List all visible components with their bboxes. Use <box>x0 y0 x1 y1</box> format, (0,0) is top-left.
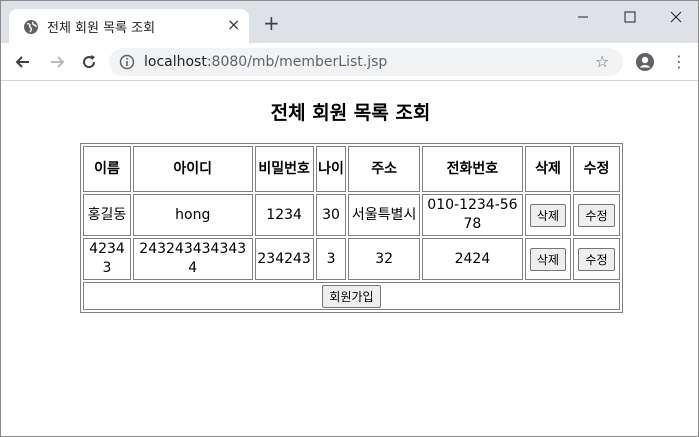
edit-button[interactable]: 수정 <box>578 247 615 271</box>
cell-id: hong <box>133 194 253 236</box>
header-address: 주소 <box>348 146 420 192</box>
url-path: :8080/mb/memberList.jsp <box>206 54 388 70</box>
minimize-icon[interactable] <box>573 7 593 27</box>
menu-dots-icon[interactable]: ⋮ <box>671 52 687 72</box>
delete-button[interactable]: 삭제 <box>529 203 567 227</box>
edit-button[interactable]: 수정 <box>578 203 615 227</box>
cell-phone: 2424 <box>421 238 523 280</box>
browser-toolbar: localhost:8080/mb/memberList.jsp ☆ ⋮ <box>1 43 698 81</box>
address-bar[interactable]: localhost:8080/mb/memberList.jsp ☆ <box>109 48 623 76</box>
url-text[interactable]: localhost:8080/mb/memberList.jsp <box>144 54 387 70</box>
footer-cell: 회원가입 <box>83 282 620 310</box>
reload-icon[interactable] <box>79 52 99 72</box>
header-edit: 수정 <box>572 146 620 192</box>
header-delete: 삭제 <box>525 146 571 192</box>
close-window-icon[interactable] <box>666 7 686 27</box>
cell-id: 2432434343434 <box>133 238 253 280</box>
back-arrow-icon[interactable] <box>13 52 33 72</box>
table-footer-row: 회원가입 <box>83 282 620 310</box>
url-host: localhost <box>144 54 207 70</box>
globe-icon <box>24 20 38 34</box>
maximize-icon[interactable] <box>620 7 640 27</box>
cell-name: 42343 <box>83 238 131 280</box>
cell-password: 234243 <box>254 238 314 280</box>
cell-name: 홍길동 <box>83 194 131 236</box>
tab-close-icon[interactable]: × <box>227 16 240 34</box>
browser-tab[interactable]: 전체 회원 목록 조회 × <box>9 9 249 43</box>
header-phone: 전화번호 <box>421 146 523 192</box>
browser-window: 전체 회원 목록 조회 × + localhost:8080/mb/member… <box>0 0 699 437</box>
info-icon[interactable] <box>119 54 135 70</box>
cell-age: 3 <box>315 238 347 280</box>
profile-icon[interactable] <box>635 52 655 72</box>
page-title: 전체 회원 목록 조회 <box>270 102 431 124</box>
cell-age: 30 <box>315 194 347 236</box>
cell-address: 서울특별시 <box>348 194 420 236</box>
header-password: 비밀번호 <box>254 146 314 192</box>
new-tab-icon[interactable]: + <box>263 13 280 33</box>
cell-edit: 수정 <box>572 194 620 236</box>
table-row: 홍길동 hong 1234 30 서울특별시 010-1234-5678 삭제 … <box>83 194 620 236</box>
header-id: 아이디 <box>133 146 253 192</box>
delete-button[interactable]: 삭제 <box>529 247 567 271</box>
cell-delete: 삭제 <box>525 194 571 236</box>
header-name: 이름 <box>83 146 131 192</box>
cell-delete: 삭제 <box>525 238 571 280</box>
tab-strip: 전체 회원 목록 조회 × + <box>1 1 698 43</box>
forward-arrow-icon[interactable] <box>47 52 67 72</box>
tab-title: 전체 회원 목록 조회 <box>47 21 156 36</box>
cell-address: 32 <box>348 238 420 280</box>
cell-password: 1234 <box>254 194 314 236</box>
header-age: 나이 <box>315 146 347 192</box>
table-header-row: 이름 아이디 비밀번호 나이 주소 전화번호 삭제 수정 <box>83 146 620 192</box>
cell-edit: 수정 <box>572 238 620 280</box>
cell-phone: 010-1234-5678 <box>421 194 523 236</box>
join-member-button[interactable]: 회원가입 <box>322 284 381 308</box>
member-table: 이름 아이디 비밀번호 나이 주소 전화번호 삭제 수정 홍길동 hong 12… <box>80 143 623 313</box>
table-row: 42343 2432434343434 234243 3 32 2424 삭제 … <box>83 238 620 280</box>
page-content: 전체 회원 목록 조회 이름 아이디 비밀번호 나이 주소 전화번호 삭제 수정… <box>1 82 698 436</box>
bookmark-star-icon[interactable]: ☆ <box>595 52 609 71</box>
